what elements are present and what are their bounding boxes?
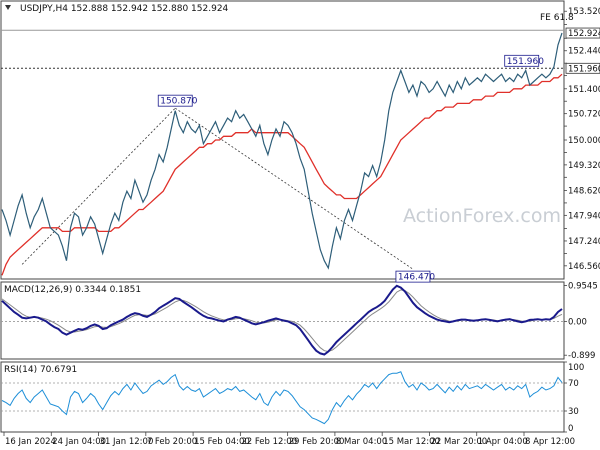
- macd-axis-label: 0.9545: [568, 282, 598, 292]
- svg-text:151.960: 151.960: [507, 57, 544, 67]
- macd-label: MACD(12,26,9) 0.3344 0.1851: [4, 285, 141, 295]
- ref-level-box: 151.960: [565, 62, 600, 74]
- price-axis-label: 150.720: [568, 110, 600, 120]
- svg-text:150.870: 150.870: [160, 97, 197, 107]
- time-axis-label: 24 Jan 04:00: [52, 437, 106, 447]
- macd-axis-label: -0.899: [568, 351, 595, 361]
- price-axis-label: 149.320: [568, 161, 600, 171]
- price-annotation: 150.870: [157, 94, 198, 107]
- current-price-box: 152.924: [565, 27, 600, 39]
- rsi-label: RSI(14) 70.6791: [4, 365, 77, 375]
- price-axis-label: 151.400: [568, 85, 600, 95]
- price-axis-label: 153.520: [568, 7, 600, 17]
- svg-text:146.470: 146.470: [398, 273, 435, 283]
- macd-axis-label: 0.00: [568, 317, 587, 327]
- watermark: ActionForex.com: [403, 205, 561, 227]
- price-annotation: 146.470: [395, 270, 435, 283]
- time-axis-label: 7 Feb 20:00: [147, 437, 197, 447]
- chart-header: USDJPY,H4 152.888 152.942 152.880 152.92…: [20, 4, 229, 14]
- price-annotation: 151.960: [504, 54, 544, 67]
- price-axis-label: 148.620: [568, 186, 600, 196]
- current-price-label: 152.924: [568, 29, 600, 39]
- time-axis-label: 31 Jan 12:00: [100, 437, 154, 447]
- time-axis-label: 8 Mar 04:00: [336, 437, 387, 447]
- rsi-axis-label: 70: [568, 379, 579, 389]
- usdjpy-h4-chart: ActionForex.com FE 61.8 150.870146.47015…: [0, 0, 600, 450]
- price-axis-label: 147.940: [568, 211, 600, 221]
- rsi-axis-label: 0: [568, 424, 573, 434]
- time-axis-label: 16 Jan 2024: [5, 437, 56, 447]
- price-axis-label: 152.440: [568, 47, 600, 57]
- rsi-axis-label: 100: [568, 363, 584, 373]
- time-axis-label: 8 Apr 12:00: [525, 437, 575, 447]
- price-axis-label: 150.000: [568, 136, 600, 146]
- ref-level-label: 151.960: [568, 64, 600, 74]
- time-axis-label: 1 Apr 04:00: [478, 437, 528, 447]
- price-axis-label: 146.560: [568, 262, 600, 272]
- price-axis-label: 147.240: [568, 237, 600, 247]
- rsi-axis-label: 30: [568, 407, 579, 417]
